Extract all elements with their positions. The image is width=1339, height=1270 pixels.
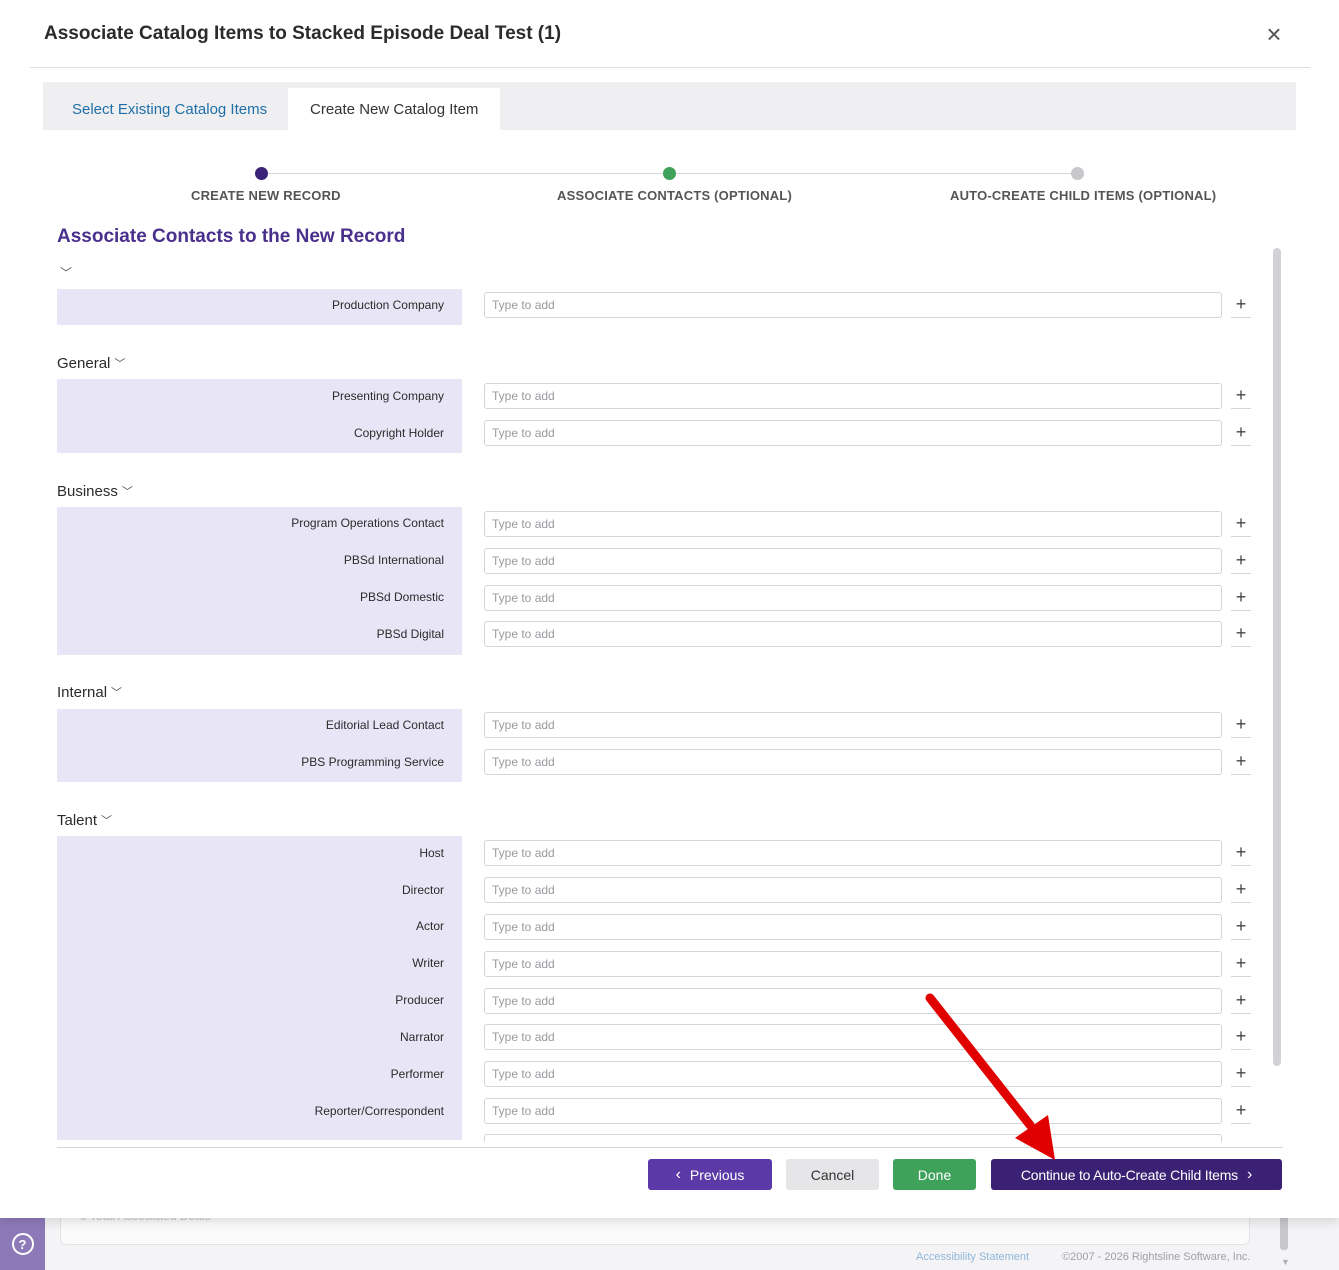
field-label-narrator: Narrator <box>399 1030 444 1044</box>
field-label-copyright-holder: Copyright Holder <box>353 426 444 440</box>
field-label-pbsd-international: PBSd International <box>343 553 444 567</box>
group-title-general[interactable]: General ﹀ <box>57 355 125 372</box>
group-title-label: General <box>57 355 111 372</box>
add-pbsd-international-plus-icon[interactable]: + <box>1231 548 1251 574</box>
field-label-actor: Actor <box>415 919 444 933</box>
step-2-dot <box>663 167 676 180</box>
chevron-down-icon: ﹀ <box>114 358 126 370</box>
modal-title: Associate Catalog Items to Stacked Episo… <box>44 23 562 44</box>
field-label-writer: Writer <box>412 956 444 970</box>
tab-select-existing-catalog-items[interactable]: Select Existing Catalog Items <box>50 88 289 130</box>
group-title-internal[interactable]: Internal ﹀ <box>57 684 122 701</box>
field-label-production-company: Production Company <box>331 298 444 312</box>
director-input[interactable] <box>484 877 1222 903</box>
copyright-text: ©2007 - 2026 Rightsline Software, Inc. <box>1062 1251 1251 1263</box>
chevron-down-icon: ﹀ <box>121 486 133 498</box>
field-label-performer: Performer <box>390 1067 444 1081</box>
add-director-plus-icon[interactable]: + <box>1231 877 1251 903</box>
add-performer-plus-icon[interactable]: + <box>1231 1061 1251 1087</box>
performer-input[interactable] <box>484 1061 1222 1087</box>
form-scrollbar[interactable] <box>1273 248 1281 1066</box>
add-production-company-plus-icon[interactable]: + <box>1231 292 1251 318</box>
partially-visible-input[interactable] <box>484 1134 1222 1142</box>
field-label-producer: Producer <box>395 993 444 1007</box>
editorial-lead-contact-input[interactable] <box>484 712 1222 738</box>
tab-bar: Select Existing Catalog Items Create New… <box>43 82 1296 130</box>
host-input[interactable] <box>484 840 1222 866</box>
add-producer-plus-icon[interactable]: + <box>1231 988 1251 1014</box>
field-label-host: Host <box>419 846 444 860</box>
chevron-down-icon[interactable]: ﹀ <box>60 264 72 281</box>
label-panel <box>57 836 462 1140</box>
pbsd-digital-input[interactable] <box>484 621 1222 647</box>
pbsd-domestic-input[interactable] <box>484 585 1222 611</box>
producer-input[interactable] <box>484 988 1222 1014</box>
cancel-button[interactable]: Cancel <box>786 1159 879 1190</box>
step-1-dot <box>255 167 268 180</box>
add-presenting-company-plus-icon[interactable]: + <box>1231 383 1251 409</box>
add-pbsd-digital-plus-icon[interactable]: + <box>1231 621 1251 647</box>
done-button[interactable]: Done <box>893 1159 976 1190</box>
footer-divider <box>57 1147 1283 1148</box>
close-icon[interactable]: × <box>1262 20 1286 48</box>
chevron-down-icon: ﹀ <box>101 815 113 827</box>
pbs-programming-service-input[interactable] <box>484 749 1222 775</box>
group-title-label: Talent <box>57 812 98 829</box>
writer-input[interactable] <box>484 951 1222 977</box>
add-narrator-plus-icon[interactable]: + <box>1231 1024 1251 1050</box>
field-label-director: Director <box>401 883 444 897</box>
tab-create-new-catalog-item[interactable]: Create New Catalog Item <box>288 88 501 130</box>
presenting-company-input[interactable] <box>484 383 1222 409</box>
add-program-operations-contact-plus-icon[interactable]: + <box>1231 511 1251 537</box>
chevron-right-icon: › <box>1246 1165 1253 1183</box>
group-title-talent[interactable]: Talent ﹀ <box>57 812 112 829</box>
copyright-holder-input[interactable] <box>484 420 1222 446</box>
add-copyright-holder-plus-icon[interactable]: + <box>1231 420 1251 446</box>
chevron-left-icon: ‹ <box>675 1165 681 1183</box>
help-button[interactable]: ? <box>0 1218 45 1270</box>
production-company-input[interactable] <box>484 292 1222 318</box>
step-3-dot <box>1071 167 1084 180</box>
field-label-pbsd-domestic: PBSd Domestic <box>359 590 444 604</box>
add-actor-plus-icon[interactable]: + <box>1231 914 1251 940</box>
actor-input[interactable] <box>484 914 1222 940</box>
group-title-label: Business <box>57 483 118 500</box>
reporter-correspondent-input[interactable] <box>484 1098 1222 1124</box>
narrator-input[interactable] <box>484 1024 1222 1050</box>
field-label-reporter-correspondent: Reporter/Correspondent <box>314 1104 444 1118</box>
page-scrollbar[interactable] <box>1280 1215 1288 1250</box>
pbsd-international-input[interactable] <box>484 548 1222 574</box>
continue-to-auto-create-child-items-button[interactable]: Continue to Auto-Create Child Items › <box>991 1159 1282 1190</box>
group-title-business[interactable]: Business ﹀ <box>57 483 133 500</box>
scroll-down-arrow-icon[interactable]: ▼ <box>1281 1257 1290 1267</box>
add-writer-plus-icon[interactable]: + <box>1231 951 1251 977</box>
continue-button-label: Continue to Auto-Create Child Items <box>1020 1166 1238 1183</box>
add-editorial-lead-contact-plus-icon[interactable]: + <box>1231 712 1251 738</box>
field-label-pbsd-digital: PBSd Digital <box>376 627 444 641</box>
help-icon: ? <box>11 1233 34 1255</box>
previous-button[interactable]: ‹ Previous <box>648 1159 772 1190</box>
step-2-label: ASSOCIATE CONTACTS (OPTIONAL) <box>557 188 792 203</box>
add-pbsd-domestic-plus-icon[interactable]: + <box>1231 585 1251 611</box>
program-operations-contact-input[interactable] <box>484 511 1222 537</box>
chevron-down-icon: ﹀ <box>111 687 123 699</box>
step-1-label: CREATE NEW RECORD <box>191 188 341 203</box>
field-label-program-operations-contact: Program Operations Contact <box>291 516 444 530</box>
section-heading: Associate Contacts to the New Record <box>57 226 406 247</box>
associate-catalog-items-modal: Associate Catalog Items to Stacked Episo… <box>0 0 1339 1218</box>
group-title-label: Internal <box>57 684 108 701</box>
step-3-label: AUTO-CREATE CHILD ITEMS (OPTIONAL) <box>950 188 1217 203</box>
add-reporter-correspondent-plus-icon[interactable]: + <box>1231 1098 1251 1124</box>
add-pbs-programming-service-plus-icon[interactable]: + <box>1231 749 1251 775</box>
field-label-presenting-company: Presenting Company <box>331 389 444 403</box>
previous-button-label: Previous <box>689 1166 745 1183</box>
field-label-editorial-lead-contact: Editorial Lead Contact <box>325 718 444 732</box>
modal-header-divider <box>30 67 1310 68</box>
field-label-pbs-programming-service: PBS Programming Service <box>301 755 444 769</box>
accessibility-statement-link[interactable]: Accessibility Statement <box>916 1251 1029 1263</box>
add-host-plus-icon[interactable]: + <box>1231 840 1251 866</box>
